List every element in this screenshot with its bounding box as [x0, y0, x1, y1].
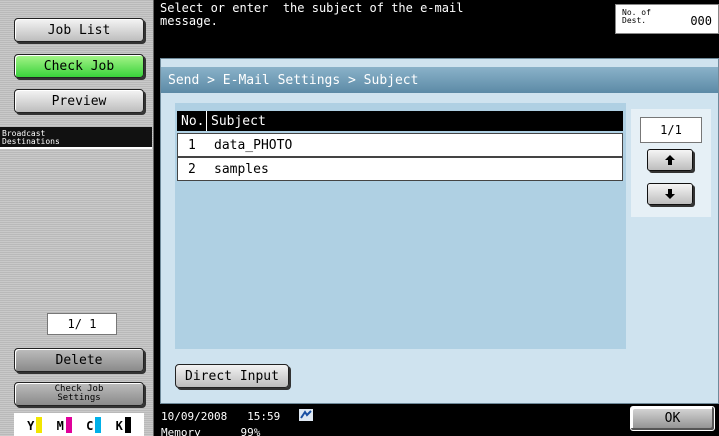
delete-label: Delete [55, 352, 103, 368]
toner-cyan: C [86, 416, 102, 433]
check-job-settings-line2: Settings [57, 393, 101, 403]
destination-count-value: 000 [690, 14, 712, 28]
check-job-settings-button[interactable]: Check Job Settings [14, 382, 144, 406]
list-item[interactable]: 2 samples [177, 157, 623, 181]
page-indicator: 1/ 1 [47, 313, 117, 335]
breadcrumb: Send > E-Mail Settings > Subject [161, 67, 718, 93]
message-bar: Select or enter the subject of the e-mai… [155, 0, 719, 56]
list-header: No. Subject [177, 111, 623, 131]
toner-cyan-bar [95, 416, 102, 433]
broadcast-destinations-text: Broadcast Destinations [2, 129, 60, 146]
subject-panel: Send > E-Mail Settings > Subject No. Sub… [160, 58, 719, 404]
job-list-label: Job List [47, 22, 111, 38]
toner-magenta-label: M [56, 418, 64, 433]
job-list-button[interactable]: Job List [14, 18, 144, 42]
arrow-up-icon [665, 155, 675, 165]
status-datetime: 10/09/2008 15:59 [161, 410, 280, 423]
list-item-no: 1 [188, 137, 196, 153]
list-item-no: 2 [188, 161, 196, 177]
instruction-message: Select or enter the subject of the e-mai… [160, 1, 464, 28]
direct-input-label: Direct Input [185, 368, 279, 384]
scroll-down-button[interactable] [647, 183, 693, 205]
toner-levels: Y M C K [14, 413, 144, 436]
list-item-subject: data_PHOTO [214, 137, 293, 153]
toner-black-label: K [115, 418, 123, 433]
direct-input-button[interactable]: Direct Input [175, 364, 289, 388]
scroll-panel: 1/1 [631, 109, 711, 217]
page-indicator-text: 1/ 1 [67, 317, 97, 331]
broadcast-destinations-label: Broadcast Destinations [0, 127, 152, 149]
scroll-up-button[interactable] [647, 149, 693, 171]
check-job-label: Check Job [43, 58, 115, 74]
list-item[interactable]: 1 data_PHOTO [177, 133, 623, 157]
scroll-page-count: 1/1 [640, 117, 702, 143]
ok-label: OK [664, 411, 681, 426]
toner-black-bar [124, 416, 131, 433]
memory-value: 99% [240, 426, 261, 436]
status-time: 15:59 [247, 410, 281, 423]
destination-count-label: No. of Dest. [622, 8, 651, 25]
toner-yellow-bar [36, 416, 43, 433]
preview-button[interactable]: Preview [14, 89, 144, 113]
toner-yellow-label: Y [27, 418, 35, 433]
status-date: 10/09/2008 [161, 410, 228, 423]
toner-magenta-bar [65, 416, 72, 433]
preview-label: Preview [51, 93, 107, 109]
toner-black: K [115, 416, 131, 433]
toner-yellow: Y [27, 416, 43, 433]
left-panel: Job List Check Job Preview Broadcast Des… [0, 0, 154, 436]
column-header-no: No. [177, 111, 207, 131]
arrow-down-icon [665, 189, 675, 199]
subject-list: No. Subject 1 data_PHOTO 2 samples [175, 103, 626, 349]
toner-magenta: M [56, 416, 72, 433]
destination-count-box: No. of Dest. 000 [615, 4, 719, 34]
column-header-subject: Subject [211, 113, 266, 129]
status-bar: 10/09/2008 15:59 Memory 99% OK [155, 406, 719, 436]
toner-cyan-label: C [86, 418, 94, 433]
list-item-subject: samples [214, 161, 269, 177]
status-memory: Memory 99% [161, 426, 260, 436]
network-icon [299, 409, 313, 421]
memory-label: Memory [161, 426, 201, 436]
ok-button[interactable]: OK [630, 406, 715, 431]
delete-button[interactable]: Delete [14, 348, 144, 372]
check-job-button[interactable]: Check Job [14, 54, 144, 78]
